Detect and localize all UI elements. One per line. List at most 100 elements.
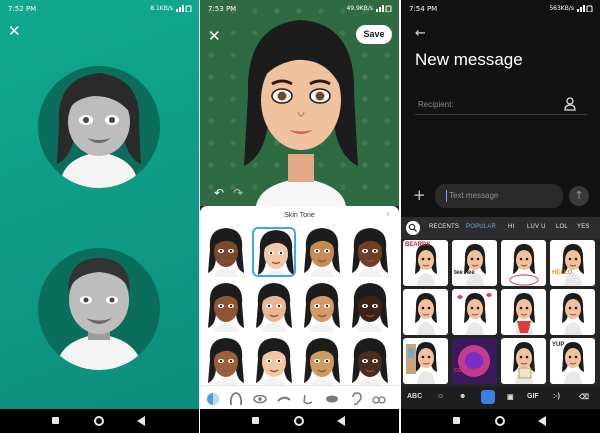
search-icon[interactable] [406, 221, 420, 235]
skin-tone-option[interactable] [348, 337, 392, 387]
home-button[interactable] [495, 416, 505, 426]
emoji-icon[interactable]: ☺ [437, 393, 444, 400]
avatar-thumbnail [256, 338, 292, 387]
back-button[interactable] [137, 416, 145, 426]
close-icon[interactable]: ✕ [8, 24, 21, 39]
recipient-underline [415, 114, 587, 115]
skin-tone-option[interactable] [348, 227, 392, 277]
sticker-art [458, 345, 490, 377]
navigation-bar [200, 409, 399, 433]
skin-tone-icon[interactable] [206, 391, 220, 405]
sticker-alt-icon[interactable]: ▣ [507, 393, 514, 401]
redo-icon[interactable]: ↷ [233, 186, 243, 200]
panel-title: Skin Tone [284, 212, 315, 219]
page-title: New message [415, 50, 523, 69]
sticker-art [509, 244, 539, 286]
sticker-art [513, 342, 535, 384]
bitmoji-icon[interactable]: ☻ [459, 393, 466, 400]
skin-tone-option[interactable] [300, 227, 344, 277]
tab-luv-u[interactable]: LUV U [527, 224, 546, 230]
eye-icon[interactable] [253, 391, 267, 405]
abc-key[interactable]: ABC [407, 393, 422, 400]
recipient-field[interactable]: Recipient: [418, 100, 454, 109]
backspace-icon[interactable]: ⌫ [579, 393, 589, 401]
sticker-item[interactable]: tee hee [452, 240, 497, 286]
hair-icon[interactable] [229, 391, 243, 406]
sticker-tabs: RECENTS POPULAR HI LUV U LOL YES [401, 217, 600, 239]
status-bar: 7:54 PM 563KB/s [401, 0, 600, 18]
sticker-item[interactable]: BEARDS [403, 240, 448, 286]
eyebrow-icon[interactable] [277, 391, 291, 405]
emoticon-key[interactable]: :-) [553, 393, 560, 400]
tab-hi[interactable]: HI [508, 224, 514, 230]
avatar-thumbnail [304, 283, 340, 332]
add-attachment-button[interactable]: + [413, 186, 426, 204]
status-time: 7:54 PM [409, 5, 438, 13]
avatar-thumbnail [208, 283, 244, 332]
skin-tone-option[interactable] [348, 282, 392, 332]
skin-tone-option[interactable] [252, 227, 296, 277]
sticker-item[interactable]: HELLO [550, 240, 595, 286]
tab-lol[interactable]: LOL [556, 224, 568, 230]
sticker-item[interactable]: CONGRATS [452, 338, 497, 384]
compose-row: + Text message ↑ [401, 183, 600, 211]
signal-icon [577, 5, 593, 12]
sticker-item[interactable] [550, 289, 595, 335]
tab-recents[interactable]: RECENTS [429, 224, 459, 230]
sticker-item[interactable] [452, 289, 497, 335]
contact-icon[interactable] [564, 97, 576, 111]
male-avatar[interactable] [38, 248, 160, 370]
skin-tone-option[interactable] [204, 227, 248, 277]
skin-tone-option[interactable] [252, 282, 296, 332]
undo-redo-controls: ↶ ↷ [214, 186, 243, 200]
glasses-icon[interactable] [372, 391, 386, 405]
recents-button[interactable] [453, 417, 460, 424]
send-button[interactable]: ↑ [569, 186, 589, 206]
message-placeholder: Text message [449, 191, 499, 200]
skin-tone-option[interactable] [252, 337, 296, 387]
female-avatar-illustration [57, 73, 141, 188]
sticker-item[interactable] [501, 338, 546, 384]
avatar-thumbnail [256, 283, 292, 332]
sticker-item[interactable] [501, 289, 546, 335]
sticker-icon[interactable] [481, 390, 495, 404]
sticker-art [415, 293, 437, 335]
gif-key[interactable]: GIF [527, 393, 539, 400]
female-avatar[interactable] [38, 66, 160, 188]
sticker-art [513, 293, 535, 335]
lips-icon[interactable] [325, 391, 339, 405]
home-button[interactable] [294, 416, 304, 426]
sticker-item[interactable] [403, 338, 448, 384]
message-input[interactable]: Text message [435, 184, 563, 208]
recents-button[interactable] [52, 417, 59, 424]
status-time: 7:52 PM [8, 5, 37, 13]
status-network-speed: 49.9KB/s [346, 5, 373, 12]
avatar-thumbnail [352, 338, 388, 387]
avatar-thumbnail [208, 338, 244, 387]
avatar-thumbnail [304, 338, 340, 387]
skin-tone-option[interactable] [204, 282, 248, 332]
ear-icon[interactable] [349, 391, 363, 405]
undo-icon[interactable]: ↶ [214, 186, 224, 200]
sticker-item[interactable] [501, 240, 546, 286]
avatar-preview [244, 20, 358, 206]
skin-tone-option[interactable] [300, 337, 344, 387]
home-button[interactable] [94, 416, 104, 426]
tab-yes[interactable]: YES [577, 224, 590, 230]
skin-tone-option[interactable] [204, 337, 248, 387]
tab-popular[interactable]: POPULAR [466, 224, 496, 230]
sticker-caption: tee hee [454, 270, 475, 276]
sticker-item[interactable] [403, 289, 448, 335]
close-icon[interactable]: ✕ [208, 29, 221, 44]
skin-tone-option[interactable] [300, 282, 344, 332]
status-time: 7:53 PM [208, 5, 237, 13]
chevron-right-icon[interactable]: › [386, 209, 390, 220]
back-button[interactable] [337, 416, 345, 426]
sticker-item[interactable]: YUP [550, 338, 595, 384]
recents-button[interactable] [252, 417, 259, 424]
nose-icon[interactable] [301, 391, 315, 405]
back-arrow-icon[interactable]: ← [415, 26, 426, 41]
sticker-caption: BEARDS [405, 242, 431, 248]
back-button[interactable] [538, 416, 546, 426]
signal-icon [376, 5, 392, 12]
